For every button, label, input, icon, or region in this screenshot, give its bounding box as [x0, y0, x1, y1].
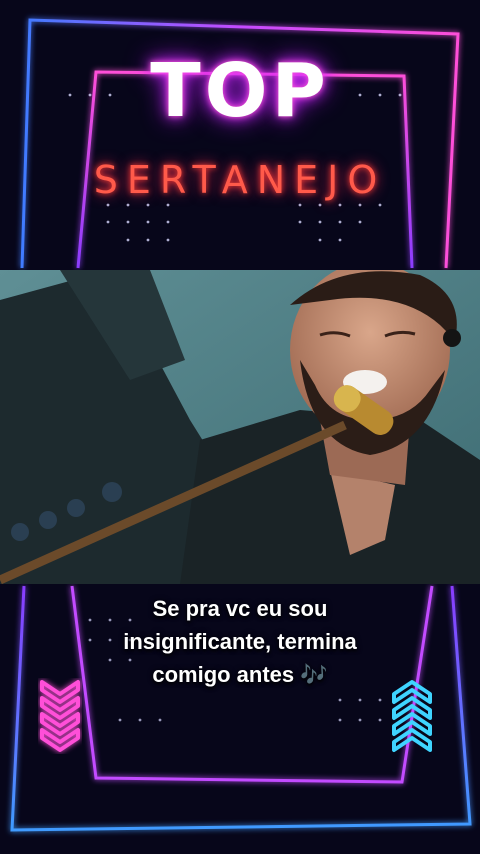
poster-subtitle: SERTANEJO [93, 158, 387, 202]
video-poster: TOP SERTANEJO Se pra vc eu sou insignifi… [0, 0, 480, 854]
chevrons-down-icon [40, 680, 80, 752]
video-frame[interactable] [0, 270, 480, 584]
lyrics-caption: Se pra vc eu sou insignificante, termina… [60, 592, 420, 691]
caption-line-1: Se pra vc eu sou [152, 596, 328, 621]
chevrons-up-icon [392, 680, 432, 752]
singer-image [0, 270, 480, 584]
caption-line-2: insignificante, termina [123, 629, 357, 654]
caption-line-3: comigo antes 🎶 [152, 662, 328, 687]
poster-title: TOP [150, 48, 330, 134]
